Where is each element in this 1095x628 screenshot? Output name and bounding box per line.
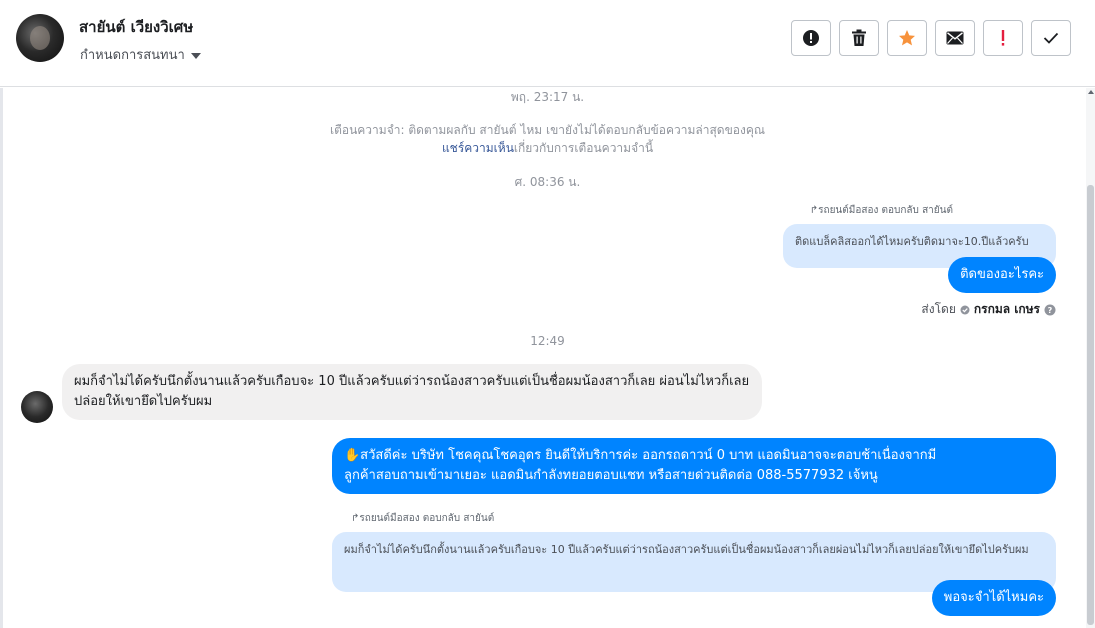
svg-text:?: ? [1048, 306, 1053, 315]
sender-name[interactable]: กรกมล เกษร [974, 300, 1040, 319]
important-button[interactable] [983, 20, 1023, 56]
contact-avatar[interactable] [16, 14, 64, 62]
exclamation-icon [1001, 30, 1005, 46]
conversation-settings-label: กำหนดการสนทนา [80, 48, 185, 63]
envelope-icon [946, 31, 964, 45]
share-feedback-link[interactable]: แชร์ความเห็น [442, 141, 514, 155]
report-button[interactable] [791, 20, 831, 56]
outgoing-message[interactable]: พอจะจำได้ไหมคะ [931, 580, 1056, 617]
message-line: ✋สวัสดีค่ะ บริษัท โชคคุณโชคอุดร ยินดีให้… [344, 448, 937, 463]
check-icon [1043, 32, 1059, 44]
mark-done-button[interactable] [1031, 20, 1071, 56]
reply-label: ↱รถยนต์มือสอง ตอบกลับ สายันต์ [351, 511, 494, 526]
outgoing-message[interactable]: ✋สวัสดีค่ะ บริษัท โชคคุณโชคอุดร ยินดีให้… [332, 438, 1056, 495]
reply-label: ↱รถยนต์มือสอง ตอบกลับ สายันต์ [810, 203, 953, 218]
scroll-up-arrow-icon[interactable] [1088, 90, 1094, 94]
check-circle-icon [960, 305, 970, 314]
trash-icon [852, 29, 866, 46]
reminder-feedback-suffix: เกี่ยวกับการเตือนความจำนี้ [513, 141, 654, 155]
timestamp: พฤ. 23:17 น. [510, 90, 585, 104]
contact-name[interactable]: สายันต์ เวียงวิเศษ [79, 15, 193, 39]
star-button[interactable] [887, 20, 927, 56]
scrollbar-thumb[interactable] [1087, 185, 1094, 625]
delete-button[interactable] [839, 20, 879, 56]
outgoing-message[interactable]: ติดของอะไรคะ [948, 257, 1056, 294]
exclamation-circle-icon [803, 30, 819, 46]
star-icon [899, 30, 915, 46]
timestamp: 12:49 [530, 334, 565, 348]
contact-avatar-small[interactable] [21, 391, 53, 423]
mark-unread-button[interactable] [935, 20, 975, 56]
message-line: ลูกค้าสอบถามเข้ามาเยอะ แอดมินกำลังทยอยตอ… [344, 468, 878, 484]
incoming-message[interactable]: ผมก็จำไม่ได้ครับนึกตั้งนานแล้วครับเกือบจ… [62, 364, 762, 421]
conversation-settings-dropdown[interactable]: กำหนดการสนทนา [80, 44, 201, 65]
timestamp: ศ. 08:36 น. [514, 175, 581, 189]
chevron-down-icon [190, 52, 201, 59]
reply-arrow-icon: ↱ [809, 205, 819, 216]
action-toolbar [791, 20, 1071, 56]
sent-by: ส่งโดย กรกมล เกษร ? [921, 300, 1056, 319]
sent-by-prefix: ส่งโดย [921, 302, 956, 316]
help-icon[interactable]: ? [1044, 304, 1056, 316]
conversation-header: สายันต์ เวียงวิเศษ กำหนดการสนทนา [0, 0, 1095, 87]
reply-label-text: รถยนต์มือสอง ตอบกลับ สายันต์ [359, 513, 495, 524]
reminder-feedback-line: แชร์ความเห็นเกี่ยวกับการเตือนความจำนี้ [0, 139, 1095, 158]
reply-label-text: รถยนต์มือสอง ตอบกลับ สายันต์ [818, 205, 953, 216]
followup-reminder: เตือนความจำ: ติดตามผลกับ สายันต์ ไหม เขา… [329, 123, 766, 137]
